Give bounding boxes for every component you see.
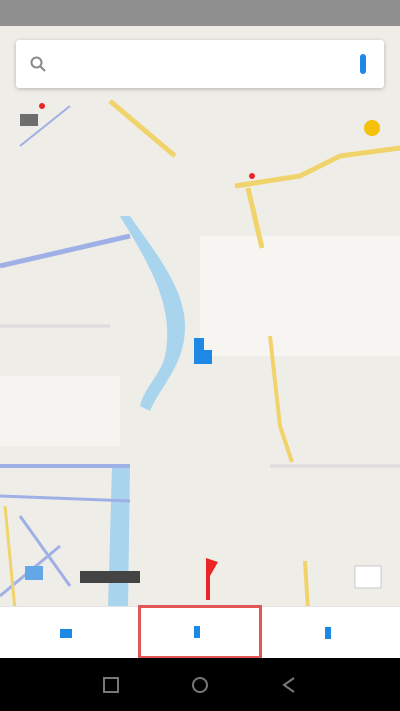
map-view[interactable] — [0, 26, 400, 610]
navigate-icon — [325, 627, 331, 639]
voice-search-icon[interactable] — [358, 54, 368, 74]
nearby-icon — [60, 629, 72, 638]
red-pin-icon[interactable] — [200, 558, 220, 600]
map-canvas[interactable] — [0, 26, 400, 610]
status-bar — [0, 0, 400, 26]
search-icon — [30, 56, 46, 72]
search-bar[interactable] — [16, 40, 384, 88]
home-icon[interactable] — [189, 674, 211, 696]
bottom-action-bar — [0, 605, 400, 659]
navigate-button[interactable] — [262, 607, 400, 659]
back-icon[interactable] — [278, 674, 300, 696]
recent-apps-icon[interactable] — [100, 674, 122, 696]
current-location-icon[interactable] — [190, 334, 214, 368]
route-button[interactable] — [138, 605, 262, 659]
route-icon — [194, 626, 200, 638]
system-navigation-bar — [0, 658, 400, 711]
nearby-button[interactable] — [0, 607, 138, 659]
